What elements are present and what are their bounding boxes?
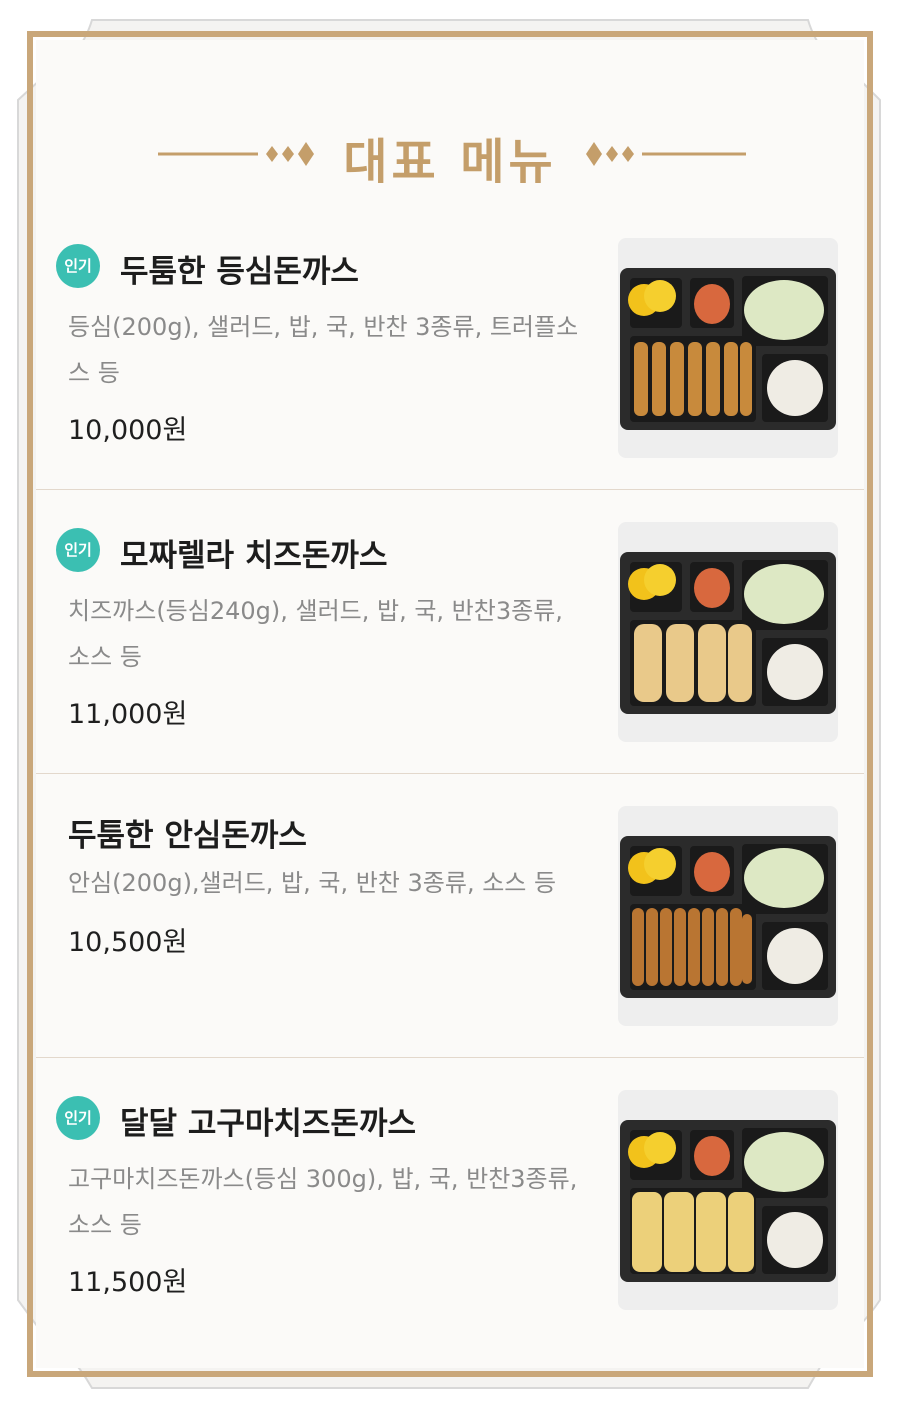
menu-item-description: 안심(200g),샐러드, 밥, 국, 반찬 3종류, 소스 등 (68, 860, 628, 906)
menu-item-price: 11,000원 (68, 699, 188, 730)
popular-badge: 인기 (56, 528, 100, 572)
dosirak-tenderloin-cutlet-icon (618, 806, 838, 1026)
description-line: 안심(200g),샐러드, 밥, 국, 반찬 3종류, 소스 등 (68, 869, 557, 897)
divider (36, 1057, 864, 1058)
description-line: 고구마치즈돈까스(등심 300g), 밥, 국, 반찬3종류, (68, 1165, 578, 1193)
description-line: 스 등 (68, 359, 120, 387)
popular-badge: 인기 (56, 244, 100, 288)
divider (36, 489, 864, 490)
popular-badge: 인기 (56, 1096, 100, 1140)
menu-item-price: 10,000원 (68, 415, 188, 446)
description-line: 소스 등 (68, 1211, 142, 1239)
divider (36, 773, 864, 774)
menu-item-description: 등심(200g), 샐러드, 밥, 국, 반찬 3종류, 트러플소 스 등 (68, 304, 628, 396)
description-line: 소스 등 (68, 643, 142, 671)
menu-item-price: 10,500원 (68, 927, 188, 958)
dosirak-cheese-cutlet-icon (618, 522, 838, 742)
description-line: 등심(200g), 샐러드, 밥, 국, 반찬 3종류, 트러플소 (68, 313, 579, 341)
menu-item-description: 치즈까스(등심240g), 샐러드, 밥, 국, 반찬3종류, 소스 등 (68, 588, 628, 680)
dosirak-sweet-potato-cheese-cutlet-icon (618, 1090, 838, 1310)
menu-item-name: 두툼한 등심돈까스 (120, 254, 359, 290)
description-line: 치즈까스(등심240g), 샐러드, 밥, 국, 반찬3종류, (68, 597, 563, 625)
menu-item-description: 고구마치즈돈까스(등심 300g), 밥, 국, 반찬3종류, 소스 등 (68, 1156, 628, 1248)
dosirak-pork-cutlet-sliced-icon (618, 238, 838, 458)
menu-item-name: 달달 고구마치즈돈까스 (120, 1106, 416, 1142)
section-header: 대표 메뉴 (0, 110, 900, 200)
menu-item-name: 모짜렐라 치즈돈까스 (120, 538, 388, 574)
page-title: 대표 메뉴 (343, 134, 557, 190)
menu-item-price: 11,500원 (68, 1267, 188, 1298)
menu-item-name: 두툼한 안심돈까스 (68, 818, 307, 854)
